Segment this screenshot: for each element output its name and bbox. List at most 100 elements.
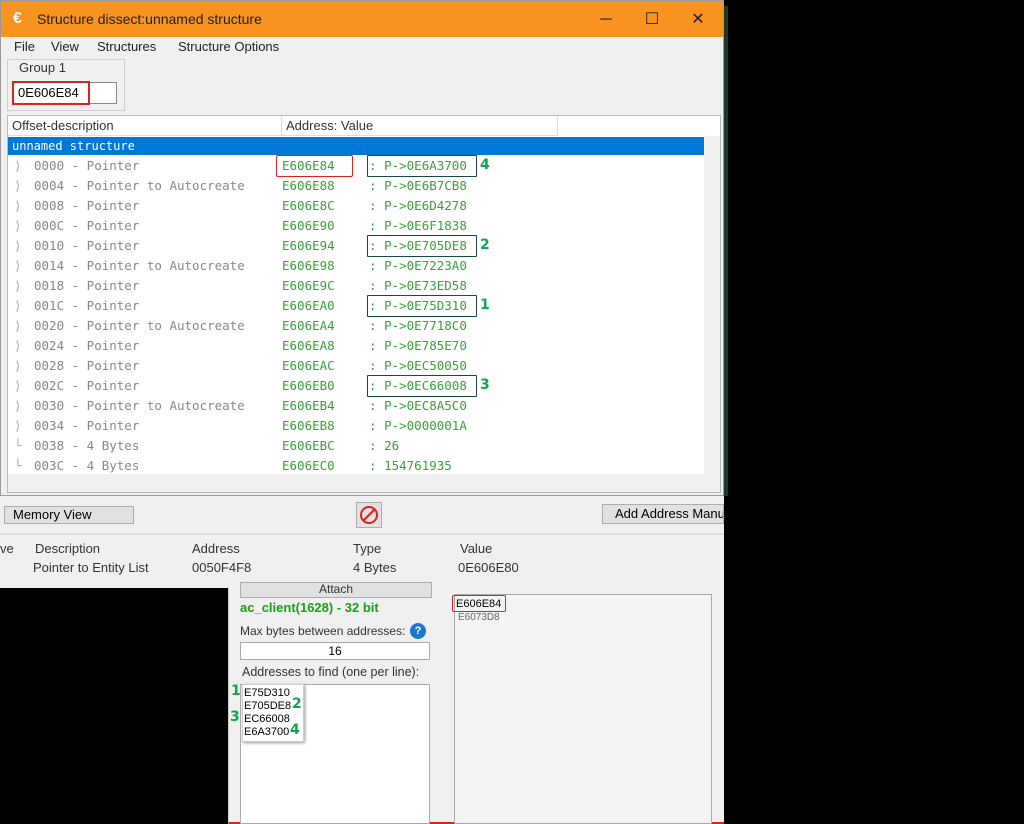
value-text: P->0E6F1838 [384,218,467,233]
structure-row[interactable]: └ 003C - 4 Bytes E606EC0: 154761935 [8,456,704,476]
offset-description: 0020 - Pointer to Autocreate [34,318,245,333]
annotation-number: 3 [230,709,240,725]
structure-row[interactable]: ⟩ 0018 - Pointer E606E9C: P->0E73ED58 [8,276,704,296]
annotation-number: 2 [292,696,302,712]
row-value: : P->0EC8A5C0 [369,396,467,416]
addresses-to-find-label: Addresses to find (one per line): [242,665,420,679]
title-bar[interactable]: € Structure dissect:unnamed structure ─ … [1,1,723,37]
menu-structure-options[interactable]: Structure Options [178,39,279,54]
header-active: ve [0,541,14,556]
offset-description: 000C - Pointer [34,218,140,233]
structure-row[interactable]: ⟩ 0024 - Pointer E606EA8: P->0E785E70 [8,336,704,356]
separator: : [369,358,377,373]
structure-row[interactable]: ⟩ 0010 - Pointer E606E94: P->0E705DE8 [8,236,704,256]
row-address: E606E94 [282,238,335,253]
row-value: : P->0E7223A0 [369,256,467,276]
structure-row[interactable]: ⟩ 0000 - Pointer E606E84: P->0E6A3700 [8,156,704,176]
tree-connector: ⟩ [14,198,22,213]
structure-row[interactable]: ⟩ 0028 - Pointer E606EAC: P->0EC50050 [8,356,704,376]
value-text: P->0E73ED58 [384,278,467,293]
row-value: : 26 [369,436,399,456]
row-address: E606EC0 [282,458,335,473]
value-text: P->0E6B7CB8 [384,178,467,193]
header-description: Description [35,541,101,556]
max-bytes-label: Max bytes between addresses: [240,624,406,638]
result-item[interactable]: E606E84 [456,598,501,610]
structure-row[interactable]: ⟩ 002C - Pointer E606EB0: P->0EC66008 [8,376,704,396]
annotation-number: 3 [480,377,490,393]
entry-value[interactable]: 0E606E80 [458,560,519,575]
stop-icon[interactable] [356,502,382,528]
value-highlight [367,235,477,257]
background-edge [724,6,728,496]
vertical-scrollbar[interactable] [704,136,720,474]
group-label: Group 1 [17,60,68,75]
tree-connector: └ [14,438,22,453]
row-address: E606EB0 [282,378,335,393]
row-address: E606EB4 [282,398,335,413]
offset-description: 0010 - Pointer [34,238,140,253]
divider [0,533,724,535]
entry-type[interactable]: 4 Bytes [353,560,396,575]
close-button[interactable]: ✕ [683,7,713,33]
offset-description: 0008 - Pointer [34,198,140,213]
separator: : [369,318,377,333]
menu-file[interactable]: File [14,39,35,54]
structure-row[interactable]: ⟩ 0004 - Pointer to Autocreate E606E88: P-… [8,176,704,196]
offset-description: 0000 - Pointer [34,158,140,173]
row-value: : P->0E6D4278 [369,196,467,216]
structure-row[interactable]: ⟩ 0008 - Pointer E606E8C : P->0E6D4278 [8,196,704,216]
annotation-number: 4 [290,722,300,738]
offset-description: 0004 - Pointer to Autocreate [34,178,245,193]
entry-description[interactable]: Pointer to Entity List [33,560,149,575]
result-item[interactable]: E6073D8 [458,612,500,623]
memory-view-button[interactable]: Memory View [4,506,134,524]
header-address: Address [192,541,240,556]
horizontal-scrollbar[interactable] [8,474,720,492]
structure-row[interactable]: ⟩ 0020 - Pointer to Autocreate E606EA4: P-… [8,316,704,336]
entry-address[interactable]: 0050F4F8 [192,560,251,575]
window-title: Structure dissect:unnamed structure [37,11,262,27]
attach-button[interactable]: Attach [240,582,432,598]
tree-connector: ⟩ [14,298,22,313]
tree-connector: ⟩ [14,338,22,353]
value-highlight [367,375,477,397]
group-address-input[interactable]: 0E606E84 [13,82,117,104]
maximize-button[interactable]: ☐ [637,7,667,33]
row-value: : P->0000001A [369,416,467,436]
structure-row[interactable]: ⟩ 0030 - Pointer to Autocreate E606EB4 : P-… [8,396,704,416]
structure-row[interactable]: ⟩ 0034 - Pointer E606EB8: P->0000001A [8,416,704,436]
tree-connector: ⟩ [14,158,22,173]
menu-view[interactable]: View [51,39,79,54]
max-bytes-input[interactable]: 16 [240,642,430,660]
column-header-address-value[interactable]: Address: Value [282,116,558,136]
minimize-button[interactable]: ─ [591,7,621,33]
row-address: E606E8C [282,198,335,213]
cheat-engine-icon: € [13,10,22,27]
tree-connector: └ [14,458,22,473]
tree-connector: ⟩ [14,218,22,233]
offset-description: 0030 - Pointer to Autocreate [34,398,245,413]
value-text: P->0000001A [384,418,467,433]
tree-connector: ⟩ [14,398,22,413]
offset-description: 0038 - 4 Bytes [34,438,140,453]
offset-description: 0014 - Pointer to Autocreate [34,258,245,273]
structure-row[interactable]: └ 0038 - 4 Bytes E606EBC: 26 [8,436,704,456]
add-address-button[interactable]: Add Address Manually [602,504,724,524]
row-address: E606E88 [282,178,335,193]
structure-row[interactable]: ⟩ 000C - Pointer E606E90: P->0E6F1838 [8,216,704,236]
help-icon[interactable]: ? [410,623,426,639]
tree-connector: ⟩ [14,378,22,393]
structure-row[interactable]: ⟩ 0014 - Pointer to Autocreate E606E98: P-… [8,256,704,276]
structure-grid: Offset-description Address: Value unname… [7,115,721,493]
separator: : [369,418,377,433]
menu-structures[interactable]: Structures [97,39,156,54]
header-value: Value [460,541,493,556]
results-list[interactable] [454,594,712,824]
selected-structure-row[interactable]: unnamed structure [8,137,704,155]
address-highlight [276,155,353,177]
value-text: P->0EC50050 [384,358,467,373]
structure-row[interactable]: ⟩ 001C - Pointer E606EA0: P->0E75D310 [8,296,704,316]
offset-description: 0024 - Pointer [34,338,140,353]
column-header-offset[interactable]: Offset-description [8,116,282,136]
